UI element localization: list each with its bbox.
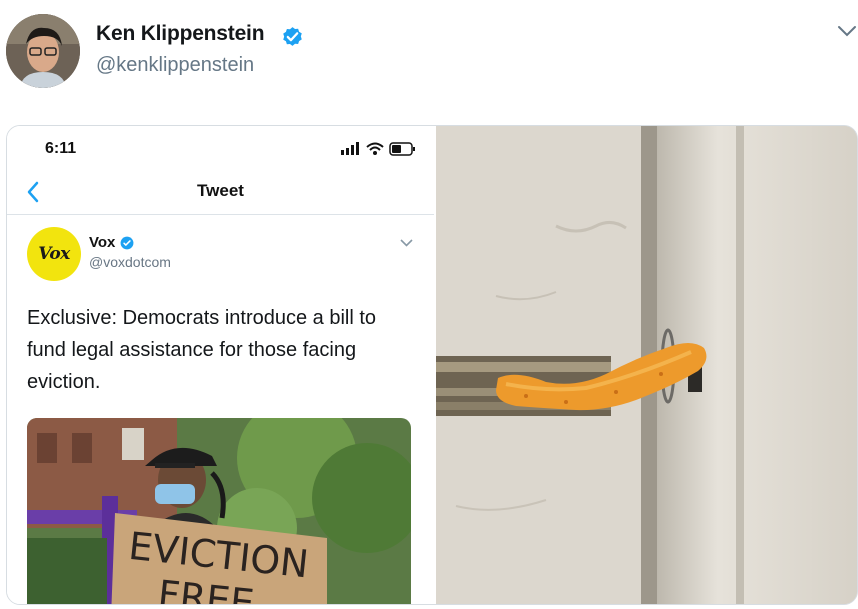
quoted-author-handle[interactable]: @voxdotcom bbox=[89, 254, 171, 270]
media-photo-cheeto[interactable] bbox=[436, 126, 857, 604]
quoted-tweet-text: Exclusive: Democrats introduce a bill to… bbox=[27, 307, 377, 393]
vox-logo-text: Vox bbox=[38, 244, 70, 264]
status-bar-icons bbox=[341, 142, 415, 156]
media-screenshot[interactable]: 6:11 Tweet Vox Vox @voxdotcom Exclusive:… bbox=[7, 126, 434, 604]
verified-badge-icon bbox=[283, 27, 302, 46]
author-name[interactable]: Ken Klippenstein bbox=[96, 22, 265, 46]
chevron-down-icon[interactable] bbox=[400, 238, 413, 248]
chevron-down-icon[interactable] bbox=[836, 22, 858, 40]
status-time: 6:11 bbox=[45, 140, 77, 157]
tweet-media: 6:11 Tweet Vox Vox @voxdotcom Exclusive:… bbox=[6, 125, 858, 605]
vox-avatar[interactable]: Vox bbox=[27, 227, 81, 281]
author-handle[interactable]: @kenklippenstein bbox=[96, 54, 254, 77]
nav-title: Tweet bbox=[197, 181, 244, 200]
verified-badge-icon bbox=[120, 236, 134, 250]
eviction-protest-photo[interactable]: EVICTION FREE bbox=[27, 418, 411, 604]
author-avatar[interactable] bbox=[6, 14, 80, 88]
quoted-author-name[interactable]: Vox bbox=[89, 234, 115, 251]
nav-divider bbox=[7, 214, 434, 215]
